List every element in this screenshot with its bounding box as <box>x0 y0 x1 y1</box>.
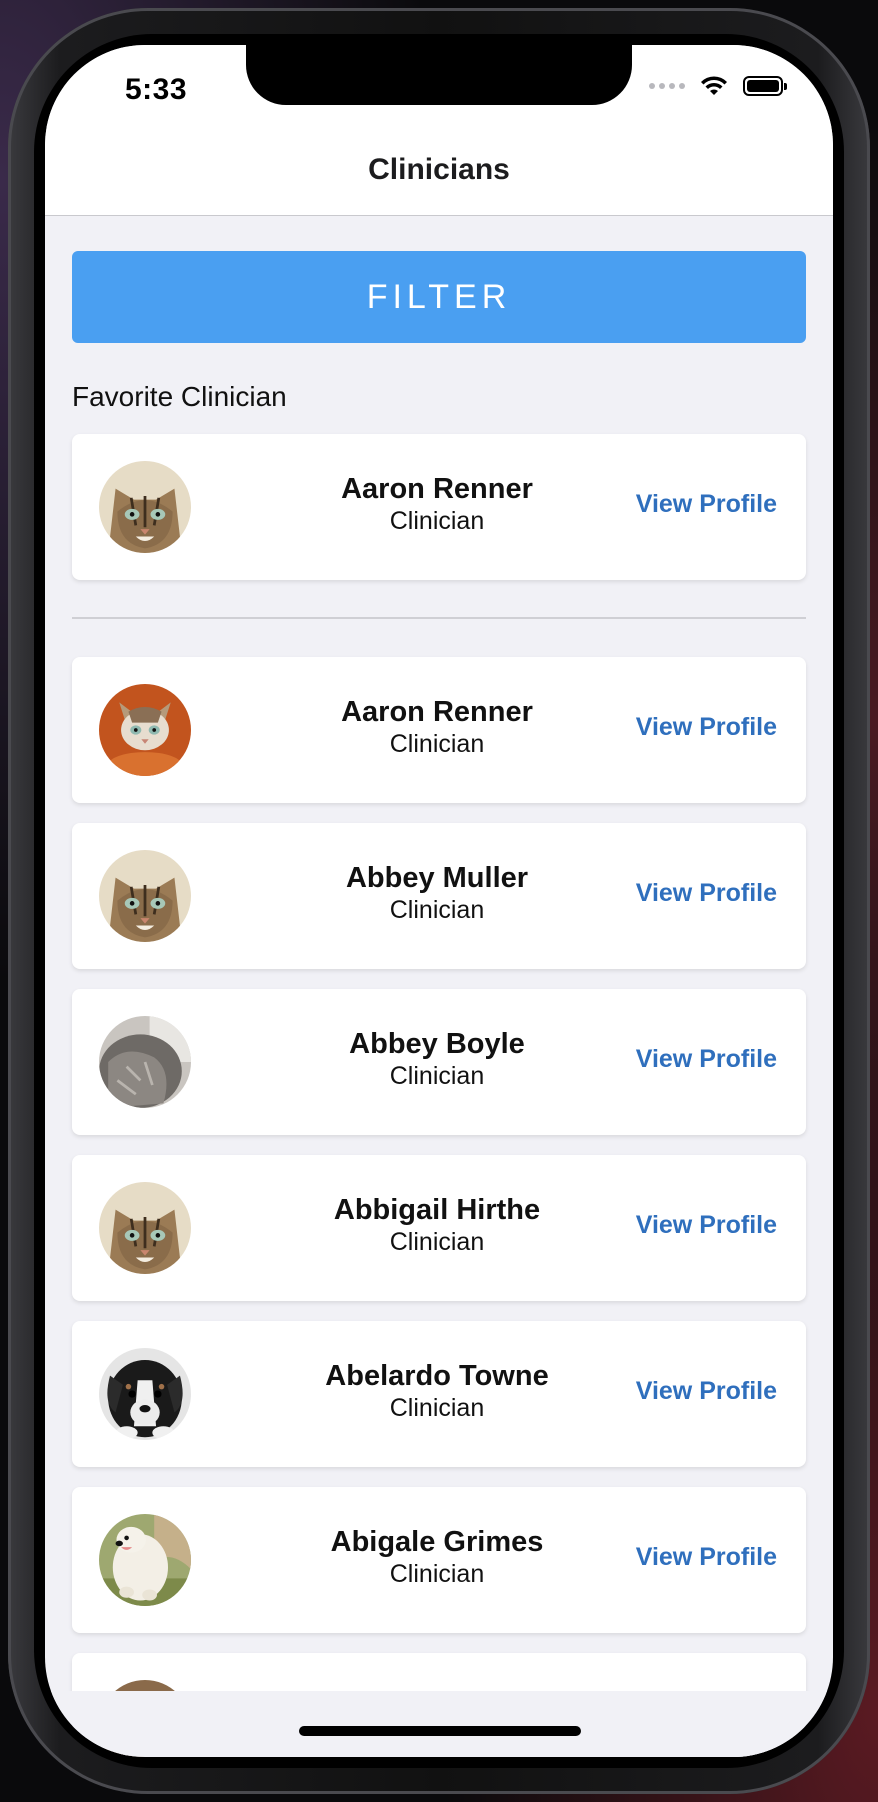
home-indicator[interactable] <box>299 1726 581 1736</box>
camera-notch <box>246 45 632 105</box>
view-profile-link[interactable]: View Profile <box>636 490 777 519</box>
battery-icon <box>743 76 787 96</box>
clinician-role: Clinician <box>389 896 485 924</box>
clinician-name: Abigale Grimes <box>330 1526 544 1558</box>
clinician-name: Abbey Boyle <box>349 1028 525 1060</box>
clinician-card: Abbey Muller Clinician View Profile <box>72 823 806 969</box>
view-profile-link[interactable]: View Profile <box>636 879 777 908</box>
filter-button[interactable]: FILTER <box>72 251 806 343</box>
grey-cat-avatar <box>99 1016 191 1108</box>
tabby-cat-avatar <box>99 850 191 942</box>
clinician-role: Clinician <box>389 507 485 535</box>
puppy-avatar <box>99 1348 191 1440</box>
page-title: Clinicians <box>368 153 510 186</box>
cat-orange-avatar <box>99 684 191 776</box>
clinician-role: Clinician <box>389 1394 485 1422</box>
clinician-card: Abbigail Hirthe Clinician View Profile <box>72 1155 806 1301</box>
status-icons <box>649 75 787 97</box>
status-time: 5:33 <box>125 73 188 106</box>
view-profile-link[interactable]: View Profile <box>636 1211 777 1240</box>
favorite-clinician-card: Aaron Renner Clinician View Profile <box>72 434 806 580</box>
tabby-cat-avatar <box>99 1182 191 1274</box>
clinician-card: Aaron Renner Clinician View Profile <box>72 657 806 803</box>
clinician-card: Abigale Grimes Clinician View Profile <box>72 1487 806 1633</box>
clinician-name: Aaron Renner <box>341 696 533 728</box>
view-profile-link[interactable]: View Profile <box>636 1543 777 1572</box>
divider <box>72 617 806 619</box>
signal-icon <box>649 83 685 89</box>
clinician-name: Abelardo Towne <box>325 1360 549 1392</box>
view-profile-link[interactable]: View Profile <box>636 1045 777 1074</box>
view-profile-link[interactable]: View Profile <box>636 713 777 742</box>
clinician-role: Clinician <box>389 1228 485 1256</box>
bottom-area <box>45 1691 833 1757</box>
clinician-role: Clinician <box>389 1560 485 1588</box>
clinician-role: Clinician <box>389 730 485 758</box>
clinician-name: Abbigail Hirthe <box>333 1194 541 1226</box>
tabby-cat-avatar <box>99 461 191 553</box>
view-profile-link[interactable]: View Profile <box>636 1377 777 1406</box>
white-dog-avatar <box>99 1514 191 1606</box>
clinician-card: Abbey Boyle Clinician View Profile <box>72 989 806 1135</box>
favorite-section-label: Favorite Clinician <box>72 381 287 412</box>
app-screen: 5:33 Clinicians FILTER Favorite Clinicia… <box>45 45 833 1757</box>
clinician-name: Aaron Renner <box>341 473 533 505</box>
clinician-card: Abelardo Towne Clinician View Profile <box>72 1321 806 1467</box>
wifi-icon <box>701 76 727 95</box>
clinician-role: Clinician <box>389 1062 485 1090</box>
clinician-name: Abbey Muller <box>345 862 529 894</box>
